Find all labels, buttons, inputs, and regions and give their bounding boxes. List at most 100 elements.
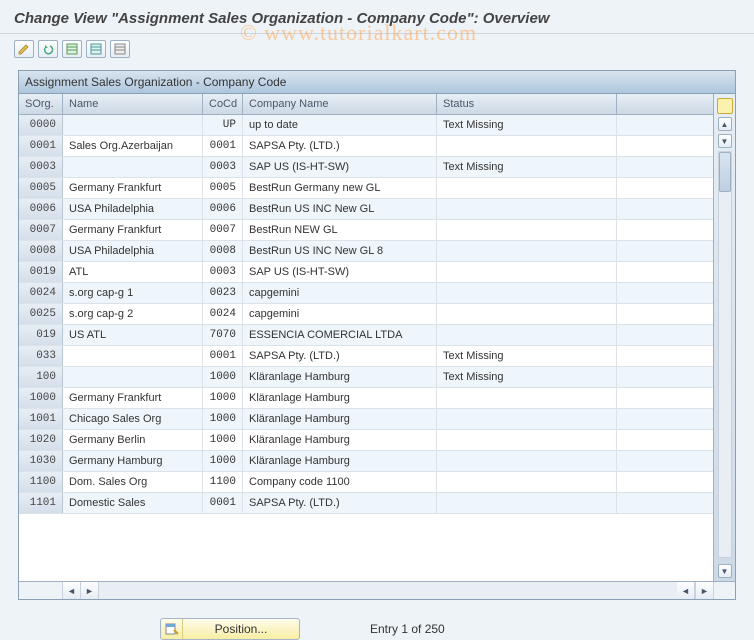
cell-name[interactable] bbox=[63, 115, 203, 135]
cell-cname[interactable]: ESSENCIA COMERCIAL LTDA bbox=[243, 325, 437, 345]
cell-cocd[interactable]: 0003 bbox=[203, 157, 243, 177]
table-row[interactable]: 033 0001SAPSA Pty. (LTD.)Text Missing bbox=[19, 346, 713, 367]
cell-cname[interactable]: SAPSA Pty. (LTD.) bbox=[243, 136, 437, 156]
table-row[interactable]: 0005Germany Frankfurt0005BestRun Germany… bbox=[19, 178, 713, 199]
cell-cname[interactable]: capgemini bbox=[243, 304, 437, 324]
cell-name[interactable]: USA Philadelphia bbox=[63, 241, 203, 261]
cell-name[interactable]: US ATL bbox=[63, 325, 203, 345]
cell-cocd[interactable]: 1000 bbox=[203, 388, 243, 408]
table-row[interactable]: 1001Chicago Sales Org1000Kläranlage Hamb… bbox=[19, 409, 713, 430]
cell-cocd[interactable]: 1000 bbox=[203, 430, 243, 450]
table-row[interactable]: 1030Germany Hamburg1000Kläranlage Hambur… bbox=[19, 451, 713, 472]
table-row[interactable]: 1101Domestic Sales0001SAPSA Pty. (LTD.) bbox=[19, 493, 713, 514]
cell-sorg[interactable]: 1000 bbox=[19, 388, 63, 408]
cell-status[interactable] bbox=[437, 283, 617, 303]
cell-cocd[interactable]: 0006 bbox=[203, 199, 243, 219]
cell-sorg[interactable]: 1020 bbox=[19, 430, 63, 450]
hscroll-track[interactable] bbox=[99, 582, 677, 599]
toolbar-sheet3-button[interactable] bbox=[110, 40, 130, 58]
cell-cocd[interactable]: 0001 bbox=[203, 136, 243, 156]
cell-sorg[interactable]: 0000 bbox=[19, 115, 63, 135]
cell-sorg[interactable]: 0003 bbox=[19, 157, 63, 177]
cell-status[interactable] bbox=[437, 136, 617, 156]
cell-name[interactable]: Germany Frankfurt bbox=[63, 388, 203, 408]
scroll-down-small-button[interactable]: ▼ bbox=[718, 134, 732, 148]
cell-cocd[interactable]: 7070 bbox=[203, 325, 243, 345]
cell-cname[interactable]: Kläranlage Hamburg bbox=[243, 451, 437, 471]
cell-sorg[interactable]: 033 bbox=[19, 346, 63, 366]
hscroll-left-button[interactable]: ◄ bbox=[63, 582, 81, 599]
cell-status[interactable] bbox=[437, 262, 617, 282]
cell-cocd[interactable]: 0001 bbox=[203, 493, 243, 513]
cell-sorg[interactable]: 0001 bbox=[19, 136, 63, 156]
hscroll-left-small-button[interactable]: ◄ bbox=[677, 582, 695, 599]
cell-sorg[interactable]: 0025 bbox=[19, 304, 63, 324]
cell-cname[interactable]: SAPSA Pty. (LTD.) bbox=[243, 493, 437, 513]
cell-cocd[interactable]: 1000 bbox=[203, 451, 243, 471]
cell-cocd[interactable]: 1000 bbox=[203, 409, 243, 429]
cell-cname[interactable]: Kläranlage Hamburg bbox=[243, 430, 437, 450]
cell-name[interactable]: Dom. Sales Org bbox=[63, 472, 203, 492]
table-row[interactable]: 0000UPup to dateText Missing bbox=[19, 115, 713, 136]
cell-status[interactable] bbox=[437, 325, 617, 345]
cell-status[interactable] bbox=[437, 304, 617, 324]
cell-sorg[interactable]: 0008 bbox=[19, 241, 63, 261]
cell-cname[interactable]: BestRun NEW GL bbox=[243, 220, 437, 240]
table-config-icon[interactable] bbox=[717, 98, 733, 114]
cell-sorg[interactable]: 0024 bbox=[19, 283, 63, 303]
cell-sorg[interactable]: 0019 bbox=[19, 262, 63, 282]
cell-sorg[interactable]: 1030 bbox=[19, 451, 63, 471]
toolbar-edit-button[interactable] bbox=[14, 40, 34, 58]
cell-cname[interactable]: up to date bbox=[243, 115, 437, 135]
cell-cname[interactable]: BestRun US INC New GL bbox=[243, 199, 437, 219]
cell-sorg[interactable]: 0007 bbox=[19, 220, 63, 240]
cell-cname[interactable]: Kläranlage Hamburg bbox=[243, 409, 437, 429]
cell-status[interactable]: Text Missing bbox=[437, 367, 617, 387]
cell-name[interactable]: Germany Frankfurt bbox=[63, 220, 203, 240]
cell-name[interactable]: Sales Org.Azerbaijan bbox=[63, 136, 203, 156]
table-row[interactable]: 1100Dom. Sales Org1100Company code 1100 bbox=[19, 472, 713, 493]
cell-status[interactable] bbox=[437, 472, 617, 492]
table-row[interactable]: 0019ATL0003SAP US (IS-HT-SW) bbox=[19, 262, 713, 283]
cell-cocd[interactable]: 0003 bbox=[203, 262, 243, 282]
cell-cname[interactable]: Kläranlage Hamburg bbox=[243, 367, 437, 387]
scroll-up-button[interactable]: ▲ bbox=[718, 117, 732, 131]
cell-cname[interactable]: SAPSA Pty. (LTD.) bbox=[243, 346, 437, 366]
cell-cname[interactable]: SAP US (IS-HT-SW) bbox=[243, 157, 437, 177]
cell-status[interactable] bbox=[437, 430, 617, 450]
cell-status[interactable] bbox=[437, 409, 617, 429]
hscroll-right-small-button[interactable]: ► bbox=[81, 582, 99, 599]
cell-cocd[interactable]: 0008 bbox=[203, 241, 243, 261]
cell-cname[interactable]: SAP US (IS-HT-SW) bbox=[243, 262, 437, 282]
col-header-cname[interactable]: Company Name bbox=[243, 94, 437, 114]
cell-sorg[interactable]: 100 bbox=[19, 367, 63, 387]
cell-status[interactable] bbox=[437, 178, 617, 198]
cell-name[interactable] bbox=[63, 367, 203, 387]
toolbar-sheet1-button[interactable] bbox=[62, 40, 82, 58]
cell-cocd[interactable]: 0007 bbox=[203, 220, 243, 240]
cell-name[interactable]: Domestic Sales bbox=[63, 493, 203, 513]
col-header-sorg[interactable]: SOrg. bbox=[19, 94, 63, 114]
cell-name[interactable] bbox=[63, 157, 203, 177]
table-row[interactable]: 1000Germany Frankfurt1000Kläranlage Hamb… bbox=[19, 388, 713, 409]
cell-cname[interactable]: capgemini bbox=[243, 283, 437, 303]
cell-status[interactable] bbox=[437, 493, 617, 513]
table-row[interactable]: 019US ATL7070ESSENCIA COMERCIAL LTDA bbox=[19, 325, 713, 346]
table-row[interactable]: 1020Germany Berlin1000Kläranlage Hamburg bbox=[19, 430, 713, 451]
cell-cocd[interactable]: 0001 bbox=[203, 346, 243, 366]
cell-name[interactable]: ATL bbox=[63, 262, 203, 282]
cell-status[interactable]: Text Missing bbox=[437, 346, 617, 366]
cell-sorg[interactable]: 0005 bbox=[19, 178, 63, 198]
col-header-status[interactable]: Status bbox=[437, 94, 617, 114]
table-row[interactable]: 0025s.org cap-g 20024capgemini bbox=[19, 304, 713, 325]
table-row[interactable]: 0024s.org cap-g 10023capgemini bbox=[19, 283, 713, 304]
table-row[interactable]: 1001000Kläranlage HamburgText Missing bbox=[19, 367, 713, 388]
cell-name[interactable]: Germany Berlin bbox=[63, 430, 203, 450]
cell-cocd[interactable]: 1100 bbox=[203, 472, 243, 492]
cell-cocd[interactable]: 0005 bbox=[203, 178, 243, 198]
cell-sorg[interactable]: 019 bbox=[19, 325, 63, 345]
cell-cname[interactable]: BestRun US INC New GL 8 bbox=[243, 241, 437, 261]
cell-sorg[interactable]: 1101 bbox=[19, 493, 63, 513]
col-header-cocd[interactable]: CoCd bbox=[203, 94, 243, 114]
table-row[interactable]: 0006USA Philadelphia0006BestRun US INC N… bbox=[19, 199, 713, 220]
